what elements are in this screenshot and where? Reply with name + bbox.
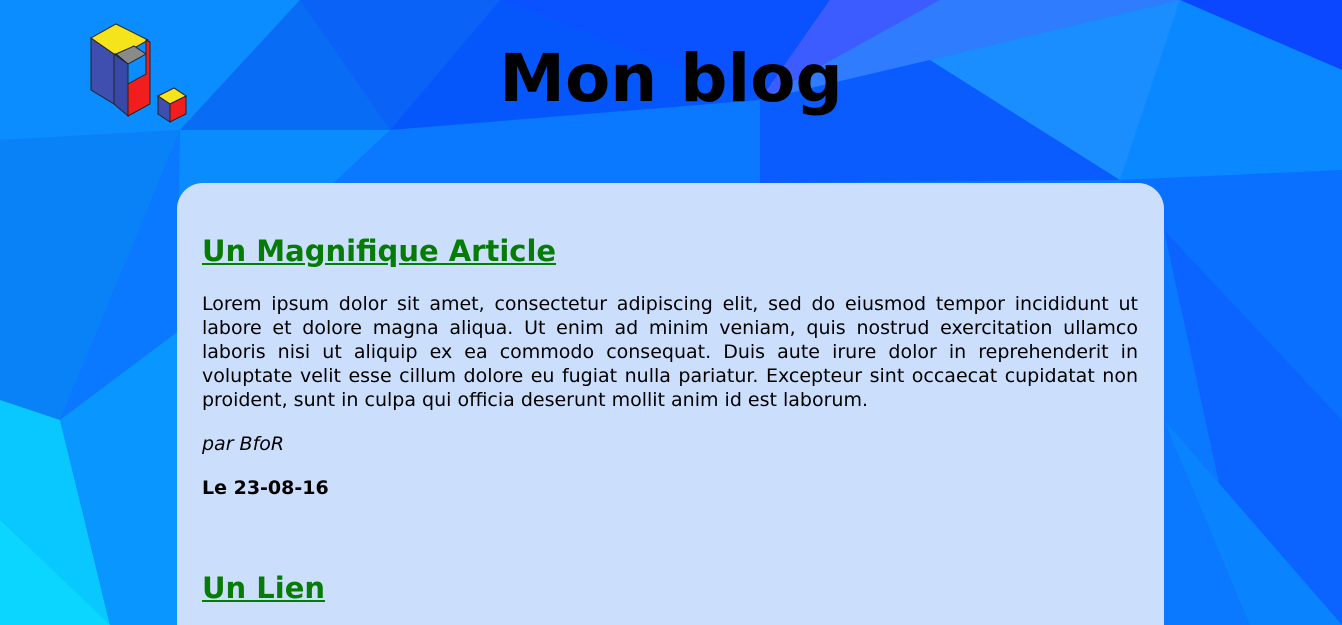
article-body: Lorem ipsum dolor sit amet, consectetur … — [202, 293, 1138, 411]
article-title-link[interactable]: Un Lien — [202, 570, 1138, 606]
page-title: Mon blog — [499, 40, 843, 117]
article-author: par BfoR — [202, 433, 285, 455]
article: Un Magnifique Article Lorem ipsum dolor … — [202, 233, 1138, 500]
article: Un Lien — [202, 570, 1138, 606]
article-title-link[interactable]: Un Magnifique Article — [202, 233, 1138, 269]
content-panel: Un Magnifique Article Lorem ipsum dolor … — [177, 183, 1164, 625]
article-date: Le 23-08-16 — [202, 477, 329, 499]
